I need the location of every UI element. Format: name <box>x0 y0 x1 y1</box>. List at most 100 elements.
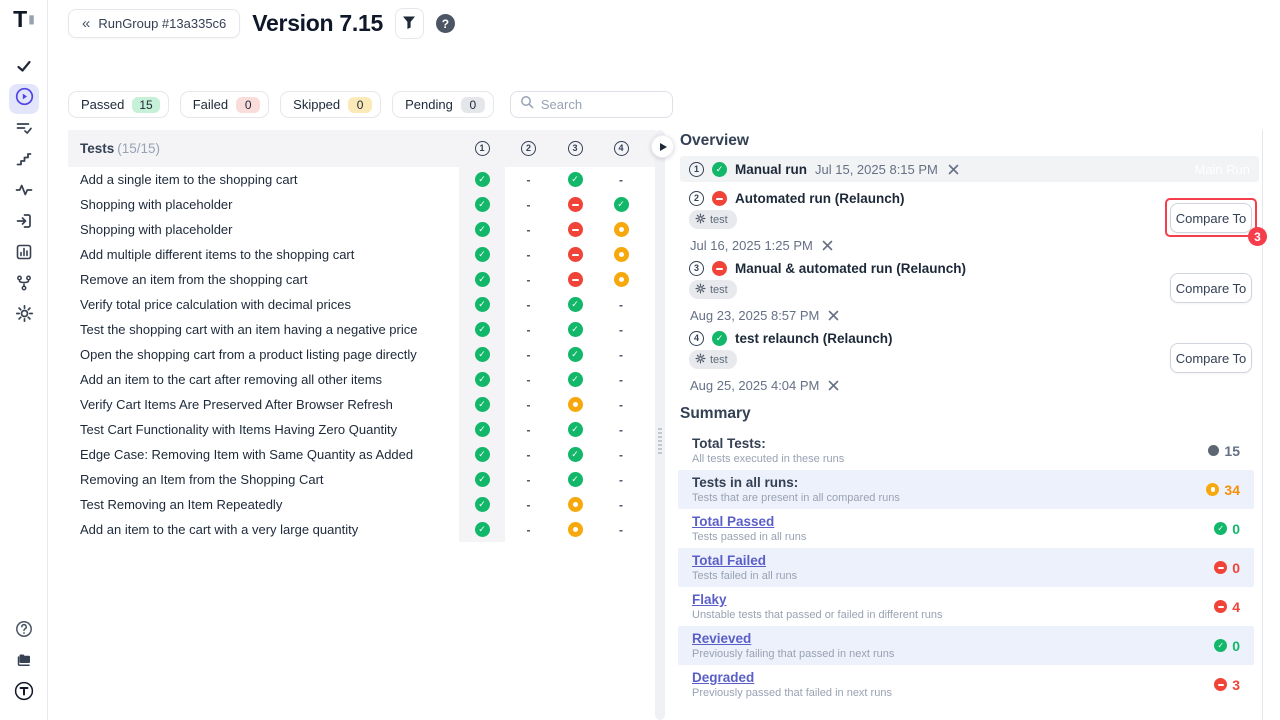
table-row[interactable]: Test Cart Functionality with Items Havin… <box>68 417 656 442</box>
summary-desc: Previously passed that failed in next ru… <box>692 687 892 699</box>
run-tag[interactable]: test <box>689 280 737 299</box>
passed-icon: ✓ <box>568 472 583 487</box>
no-result-dash: - <box>619 373 623 387</box>
sidebar-item-branches[interactable] <box>9 270 39 300</box>
table-row[interactable]: Test Removing an Item Repeatedly✓-- <box>68 492 656 517</box>
compare-to-button[interactable]: Compare To <box>1170 203 1252 233</box>
no-result-dash: - <box>619 523 623 537</box>
gear-icon <box>695 213 706 227</box>
run-name: Manual & automated run (Relaunch) <box>735 261 966 276</box>
run-tag[interactable]: test <box>689 350 737 369</box>
table-row[interactable]: Edge Case: Removing Item with Same Quant… <box>68 442 656 467</box>
steps-icon <box>15 150 33 173</box>
run-column-header-1[interactable]: 1 <box>459 130 505 167</box>
sidebar-item-check[interactable] <box>9 53 39 83</box>
table-row[interactable]: Shopping with placeholder✓- <box>68 217 656 242</box>
divider-grip-handle[interactable] <box>658 428 662 454</box>
status-cell: - <box>505 492 552 517</box>
test-name: Add an item to the cart after removing a… <box>80 372 459 387</box>
search-box[interactable] <box>510 91 673 118</box>
sidebar-item-steps[interactable] <box>9 146 39 176</box>
summary-link[interactable]: Degraded <box>692 670 892 685</box>
passed-icon: ✓ <box>568 372 583 387</box>
compare-to-button[interactable]: Compare To <box>1170 273 1252 303</box>
panel-resize-divider[interactable] <box>655 130 665 720</box>
summary-link[interactable]: Total Failed <box>692 553 797 568</box>
filter-chip-skipped[interactable]: Skipped0 <box>280 91 381 118</box>
table-row[interactable]: Shopping with placeholder✓-✓ <box>68 192 656 217</box>
sidebar-item-play-circle[interactable] <box>9 84 39 114</box>
sidebar-item-gear[interactable] <box>9 301 39 331</box>
table-row[interactable]: Add an item to the cart after removing a… <box>68 367 656 392</box>
collapse-panel-button[interactable] <box>651 135 674 158</box>
app-logo[interactable]: T▮ <box>0 6 48 32</box>
sidebar-item-logo-circle[interactable] <box>9 678 39 708</box>
status-cell: - <box>505 242 552 267</box>
sidebar-item-bar-chart[interactable] <box>9 239 39 269</box>
status-cell: ✓ <box>552 417 598 442</box>
summary-desc: Tests passed in all runs <box>692 531 806 543</box>
sidebar-item-folders[interactable] <box>9 647 39 677</box>
table-row[interactable]: Add an item to the cart with a very larg… <box>68 517 656 542</box>
compare-to-button[interactable]: Compare To <box>1170 343 1252 373</box>
test-name: Add an item to the cart with a very larg… <box>80 522 459 537</box>
run-row-main[interactable]: 1✓Manual runJul 15, 2025 8:15 PMMain Run <box>680 156 1259 182</box>
summary-link[interactable]: Flaky <box>692 592 943 607</box>
summary-row: Total Tests:All tests executed in these … <box>678 431 1254 470</box>
summary-link[interactable]: Revieved <box>692 631 894 646</box>
run-tag[interactable]: test <box>689 210 737 229</box>
table-row[interactable]: Remove an item from the shopping cart✓- <box>68 267 656 292</box>
table-row[interactable]: Test the shopping cart with an item havi… <box>68 317 656 342</box>
table-row[interactable]: Add multiple different items to the shop… <box>68 242 656 267</box>
tests-table-header: Tests(15/15) 1234 <box>68 130 656 167</box>
remove-run-button[interactable] <box>828 380 839 391</box>
summary-desc: Tests failed in all runs <box>692 570 797 582</box>
run-column-header-4[interactable]: 4 <box>598 130 644 167</box>
run-column-header-2[interactable]: 2 <box>505 130 552 167</box>
failed-icon <box>568 247 583 262</box>
filter-button[interactable] <box>395 8 424 39</box>
remove-run-button[interactable] <box>828 310 839 321</box>
table-row[interactable]: Verify total price calculation with deci… <box>68 292 656 317</box>
summary-row: Tests in all runs:Tests that are present… <box>678 470 1254 509</box>
sidebar-item-import[interactable] <box>9 208 39 238</box>
run-title-line[interactable]: 3Manual & automated run (Relaunch) <box>689 261 1150 276</box>
sidebar-item-list-check[interactable] <box>9 115 39 145</box>
import-icon <box>15 212 33 235</box>
run-title-line[interactable]: 4✓test relaunch (Relaunch) <box>689 331 1150 346</box>
status-cell: - <box>598 367 644 392</box>
summary-link[interactable]: Total Passed <box>692 514 806 529</box>
table-row[interactable]: Verify Cart Items Are Preserved After Br… <box>68 392 656 417</box>
test-name: Edge Case: Removing Item with Same Quant… <box>80 447 459 462</box>
sidebar-item-pulse[interactable] <box>9 177 39 207</box>
filter-chip-passed[interactable]: Passed15 <box>68 91 169 118</box>
no-result-dash: - <box>619 498 623 512</box>
table-row[interactable]: Removing an Item from the Shopping Cart✓… <box>68 467 656 492</box>
skipped-icon <box>614 247 629 262</box>
status-cell: - <box>505 392 552 417</box>
run-row: 4✓test relaunch (Relaunch)testAug 25, 20… <box>680 331 1150 393</box>
status-cell: ✓ <box>459 292 505 317</box>
help-button[interactable]: ? <box>436 14 455 33</box>
remove-run-button[interactable] <box>948 164 959 175</box>
filter-chip-pending[interactable]: Pending0 <box>392 91 494 118</box>
summary-value: 34 <box>1206 482 1240 498</box>
filter-chip-failed[interactable]: Failed0 <box>180 91 269 118</box>
chip-label: Passed <box>81 97 124 112</box>
run-title-line[interactable]: 2Automated run (Relaunch) <box>689 191 1150 206</box>
back-to-rungroup-button[interactable]: « RunGroup #13a335c6 <box>68 9 240 38</box>
status-cell: ✓ <box>552 292 598 317</box>
sidebar-item-help[interactable] <box>9 616 39 646</box>
run-date-line: Aug 23, 2025 8:57 PM <box>690 308 1150 323</box>
no-result-dash: - <box>619 423 623 437</box>
triangle-right-icon <box>660 143 667 151</box>
search-input[interactable] <box>541 97 656 112</box>
status-cell: - <box>598 442 644 467</box>
passed-icon: ✓ <box>568 297 583 312</box>
run-column-header-3[interactable]: 3 <box>552 130 598 167</box>
table-row[interactable]: Open the shopping cart from a product li… <box>68 342 656 367</box>
run-name: test relaunch (Relaunch) <box>735 331 893 346</box>
table-row[interactable]: Add a single item to the shopping cart✓-… <box>68 167 656 192</box>
remove-run-button[interactable] <box>822 240 833 251</box>
list-check-icon <box>15 119 33 142</box>
